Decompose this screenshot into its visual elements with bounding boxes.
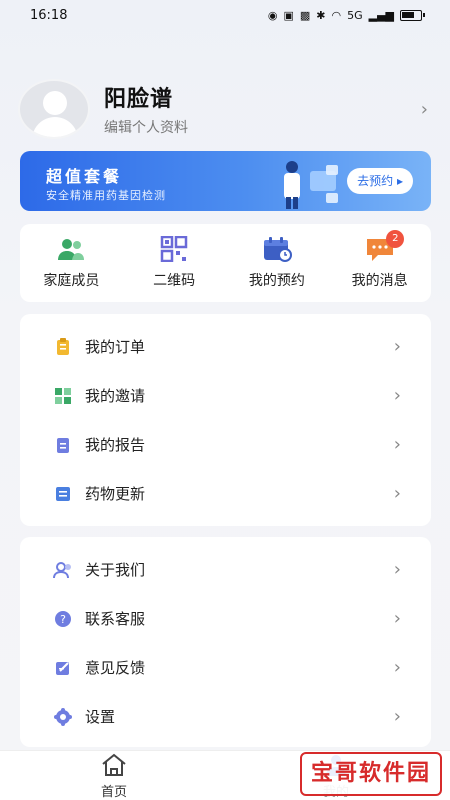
profile-header[interactable]: 阳脸谱 编辑个人资料 › (18, 78, 432, 140)
qr-code-icon (160, 236, 188, 262)
drug-update-icon (53, 484, 73, 504)
chevron-right-icon: › (393, 434, 401, 455)
svg-text:?: ? (60, 613, 66, 626)
menu-item-label: 我的报告 (85, 436, 146, 454)
profile-name: 阳脸谱 (104, 87, 174, 112)
nfc-icon: ▣ (283, 8, 294, 22)
status-icons: ◉ ▣ ▩ ✱ ◠ 5G ▂▄▆ (267, 8, 425, 22)
quick-action-label: 我的消息 (351, 273, 408, 289)
quick-action-qr-code[interactable]: 二维码 (123, 224, 226, 302)
chevron-right-icon: › (393, 608, 401, 629)
chevron-right-icon: › (393, 657, 401, 678)
signal-label: 5G (347, 8, 363, 22)
report-icon (53, 435, 73, 455)
chevron-right-icon: › (393, 483, 401, 504)
quick-action-label: 我的预约 (248, 273, 305, 289)
invite-icon (53, 386, 73, 406)
menu-card-secondary: 关于我们 › ? 联系客服 › 意见反馈 › 设置 › (20, 537, 431, 747)
menu-item-label: 设置 (85, 708, 116, 726)
bluetooth-icon: ✱ (316, 8, 326, 22)
quick-action-messages[interactable]: 2 我的消息 (328, 224, 431, 302)
signal-icon: ▂▄▆ (368, 8, 394, 22)
avatar[interactable] (18, 79, 90, 139)
menu-item-customer-service[interactable]: ? 联系客服 › (20, 594, 431, 643)
menu-item-drug-updates[interactable]: 药物更新 › (20, 469, 431, 518)
banner-subtitle: 安全精准用药基因检测 (46, 189, 166, 202)
menu-item-orders[interactable]: 我的订单 › (20, 322, 431, 371)
quick-action-label: 家庭成员 (43, 273, 100, 289)
calendar-icon (263, 237, 292, 262)
edit-profile-link[interactable]: 编辑个人资料 (104, 117, 421, 137)
family-members-icon (58, 239, 85, 260)
battery-icon (400, 9, 425, 21)
menu-item-label: 意见反馈 (85, 659, 146, 677)
quick-action-appointments[interactable]: 我的预约 (226, 224, 329, 302)
about-icon (53, 560, 73, 580)
unread-badge: 2 (386, 230, 405, 248)
eye-icon: ◉ (267, 8, 278, 22)
menu-item-feedback[interactable]: 意见反馈 › (20, 643, 431, 692)
customer-service-icon: ? (53, 609, 73, 629)
book-now-button[interactable]: 去预约 ▸ (347, 168, 413, 194)
settings-icon (53, 707, 73, 727)
chevron-right-icon: › (420, 98, 428, 120)
menu-item-invites[interactable]: 我的邀请 › (20, 371, 431, 420)
status-bar: 16:18 ◉ ▣ ▩ ✱ ◠ 5G ▂▄▆ (0, 0, 450, 30)
menu-item-reports[interactable]: 我的报告 › (20, 420, 431, 469)
menu-item-label: 我的邀请 (85, 387, 146, 405)
vibrate-icon: ▩ (299, 8, 311, 22)
menu-item-label: 我的订单 (85, 338, 146, 356)
orders-icon (53, 337, 73, 357)
promo-banner[interactable]: 超值套餐 安全精准用药基因检测 去预约 ▸ (20, 151, 431, 211)
menu-item-about[interactable]: 关于我们 › (20, 545, 431, 594)
home-icon (102, 753, 126, 776)
chevron-right-icon: › (393, 706, 401, 727)
menu-item-label: 联系客服 (85, 610, 146, 628)
quick-action-label: 二维码 (153, 273, 196, 289)
menu-item-label: 药物更新 (85, 485, 146, 503)
doctor-illustration-icon (284, 161, 338, 209)
menu-card-primary: 我的订单 › 我的邀请 › 我的报告 › 药物更新 › (20, 314, 431, 526)
menu-item-settings[interactable]: 设置 › (20, 692, 431, 741)
banner-title: 超值套餐 (46, 167, 123, 186)
feedback-icon (53, 658, 73, 678)
nav-tab-home[interactable]: 首页 (84, 753, 144, 800)
watermark-logo: 宝哥软件园 (300, 752, 442, 796)
chevron-right-icon: › (393, 559, 401, 580)
wifi-icon: ◠ (331, 8, 342, 22)
chevron-right-icon: › (393, 385, 401, 406)
chevron-right-icon: › (393, 336, 401, 357)
nav-tab-label: 首页 (100, 785, 127, 800)
quick-actions-card: 家庭成员 二维码 我的预约 2 我的消息 (20, 224, 431, 302)
menu-item-label: 关于我们 (85, 561, 146, 579)
quick-action-family-members[interactable]: 家庭成员 (20, 224, 123, 302)
status-time: 16:18 (30, 7, 68, 23)
